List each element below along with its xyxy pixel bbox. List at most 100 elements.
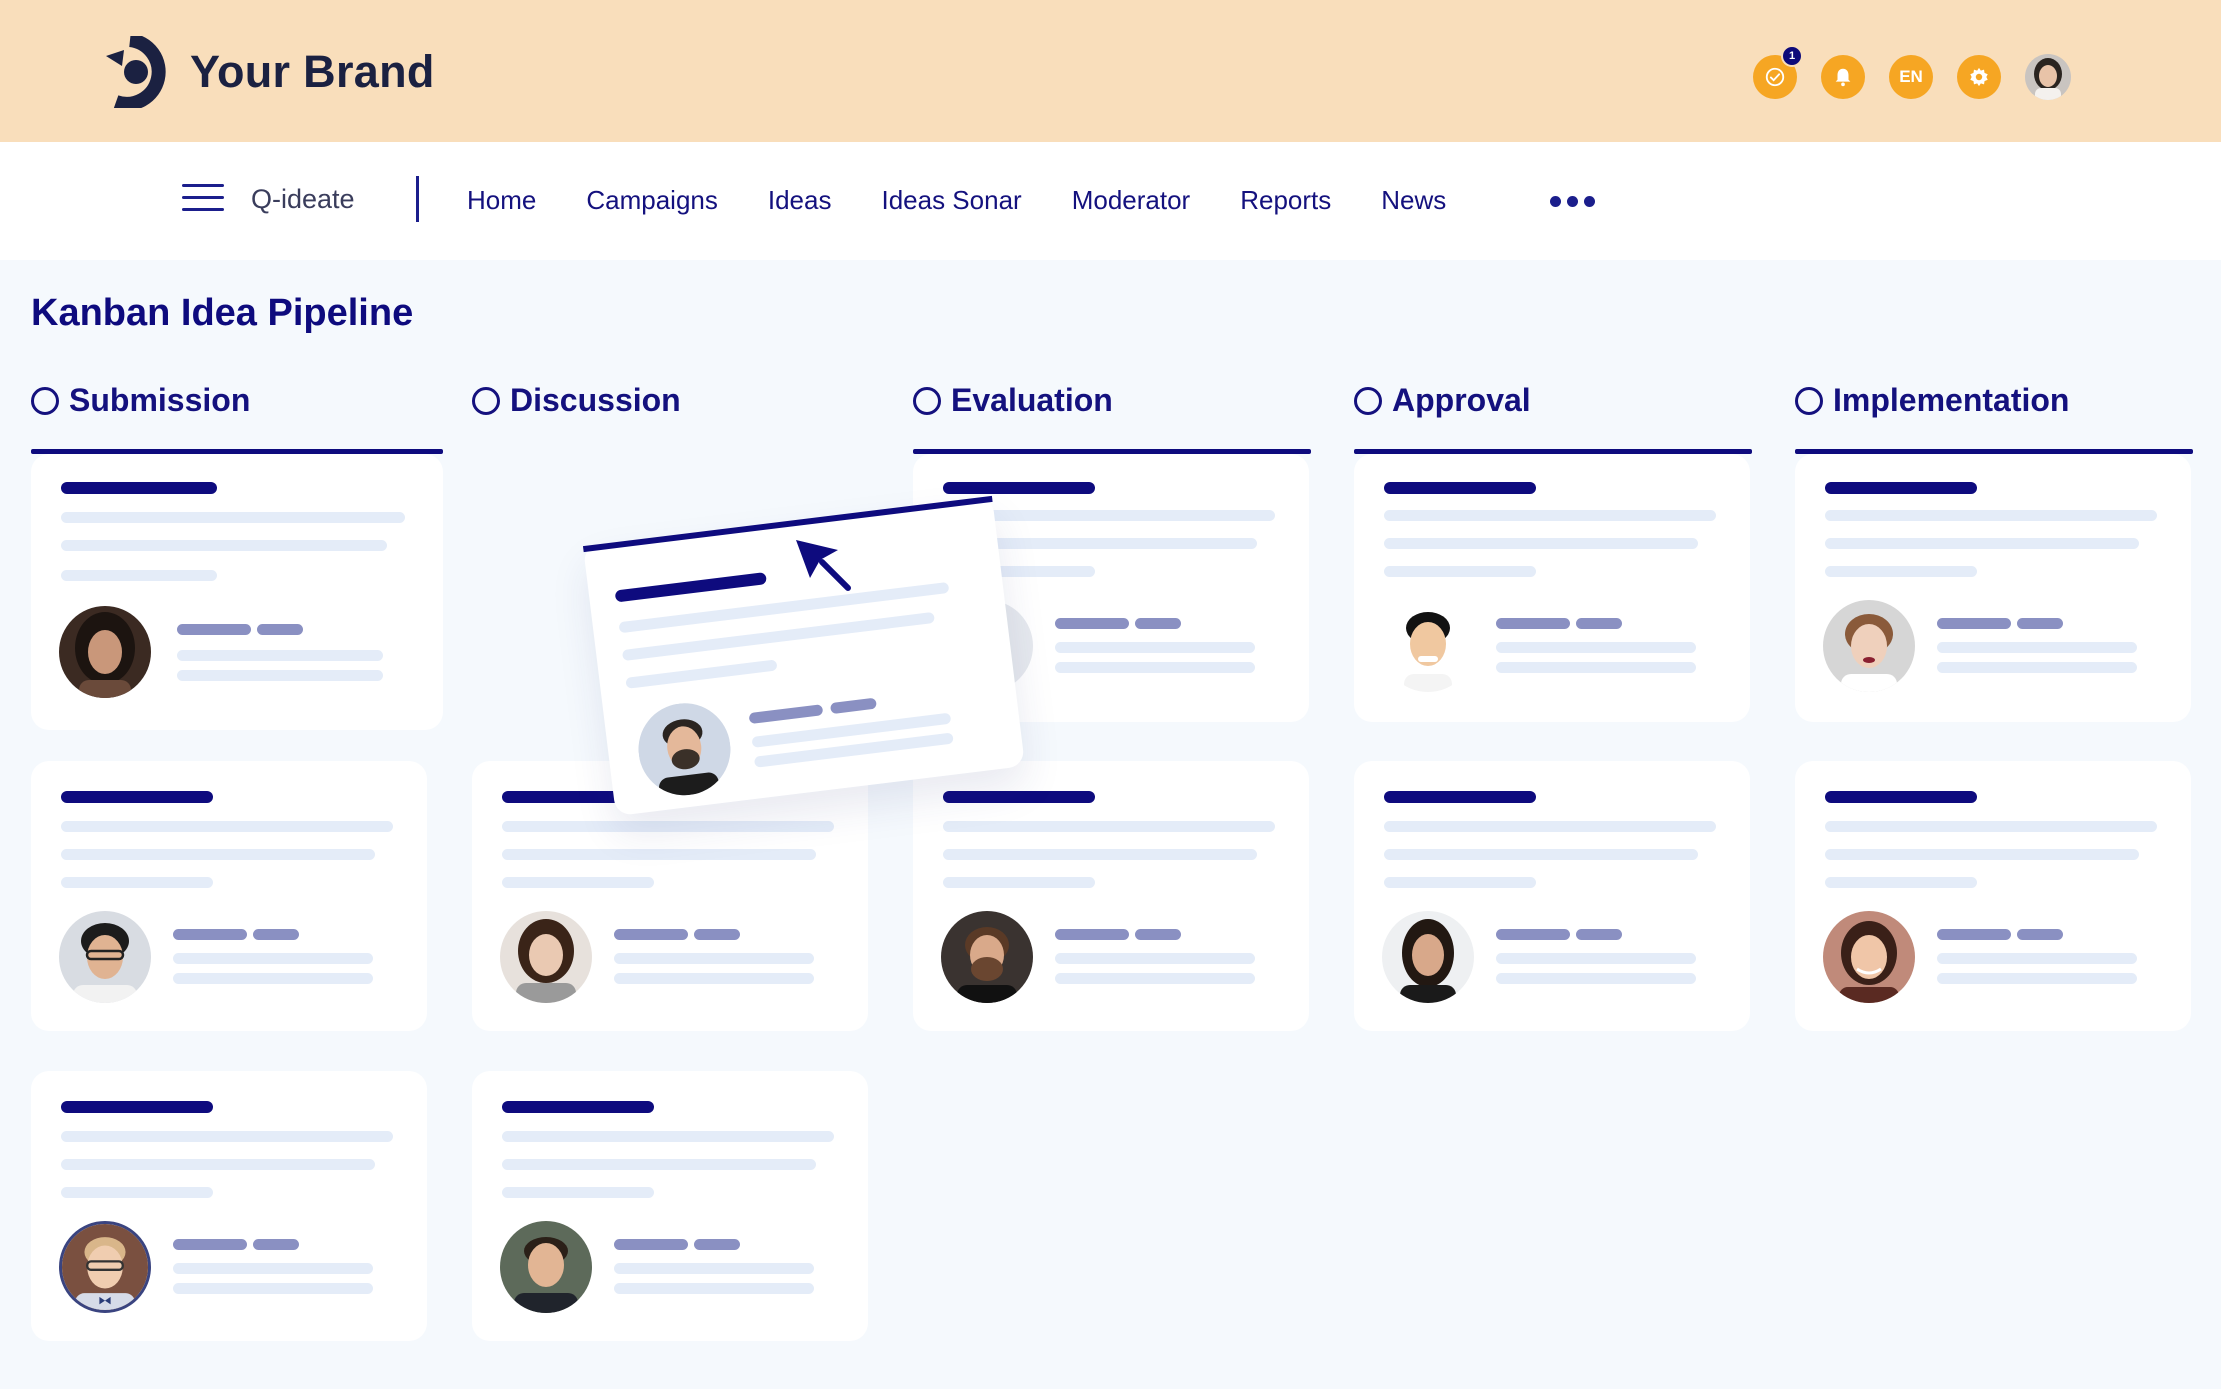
more-horizontal-icon[interactable]: [1550, 196, 1601, 207]
meta-placeholder: [1576, 618, 1622, 629]
card-text-placeholder: [625, 659, 778, 689]
user-avatar[interactable]: [2025, 54, 2071, 100]
card-text-placeholder: [1384, 510, 1716, 521]
nav-item-ideas-sonar[interactable]: Ideas Sonar: [881, 185, 1021, 216]
column-title: Approval: [1392, 382, 1531, 418]
column-header-evaluation[interactable]: Evaluation: [913, 382, 1113, 419]
meta-placeholder: [1496, 662, 1696, 673]
meta-placeholder: [2017, 618, 2063, 629]
idea-card[interactable]: [31, 761, 427, 1031]
main-nav: Q-ideate Home Campaigns Ideas Ideas Sona…: [0, 142, 2221, 260]
meta-placeholder: [614, 1239, 688, 1250]
idea-card[interactable]: [1795, 761, 2191, 1031]
card-title-placeholder: [1384, 791, 1536, 803]
card-title-placeholder: [1825, 482, 1977, 494]
circle-icon: [1795, 386, 1823, 415]
circle-icon: [913, 386, 941, 415]
brand-logo-icon: [106, 36, 166, 108]
meta-placeholder: [1496, 618, 1570, 629]
card-title-placeholder: [61, 791, 213, 803]
meta-placeholder: [173, 929, 247, 940]
card-text-placeholder: [1384, 877, 1536, 888]
card-title-placeholder: [502, 1101, 654, 1113]
meta-placeholder: [257, 624, 303, 635]
hamburger-menu-icon[interactable]: [182, 184, 224, 214]
nav-item-news[interactable]: News: [1381, 185, 1446, 216]
idea-card[interactable]: [1354, 761, 1750, 1031]
card-title-placeholder: [943, 482, 1095, 494]
settings-button[interactable]: [1957, 55, 2001, 99]
column-title: Submission: [69, 382, 251, 418]
meta-placeholder: [1055, 973, 1255, 984]
meta-placeholder: [1576, 929, 1622, 940]
column-header-implementation[interactable]: Implementation: [1795, 382, 2069, 419]
idea-card[interactable]: [1795, 454, 2191, 722]
top-header: Your Brand 1 EN: [0, 0, 2221, 142]
meta-placeholder: [1496, 953, 1696, 964]
user-avatar-image: [2025, 54, 2071, 100]
meta-placeholder: [1496, 642, 1696, 653]
meta-placeholder: [1055, 929, 1129, 940]
card-text-placeholder: [61, 877, 213, 888]
meta-placeholder: [748, 704, 824, 725]
idea-card[interactable]: [913, 761, 1309, 1031]
nav-item-campaigns[interactable]: Campaigns: [586, 185, 718, 216]
language-label: EN: [1899, 67, 1923, 86]
brand[interactable]: Your Brand: [104, 36, 435, 108]
column-title: Evaluation: [951, 382, 1113, 418]
column-header-submission[interactable]: Submission: [31, 382, 250, 419]
avatar: [1823, 600, 1915, 692]
meta-placeholder: [1496, 973, 1696, 984]
drag-card-topbar: [582, 495, 993, 553]
meta-placeholder: [177, 624, 251, 635]
card-text-placeholder: [61, 849, 375, 860]
meta-placeholder: [1055, 953, 1255, 964]
nav-item-moderator[interactable]: Moderator: [1072, 185, 1191, 216]
app-window: Your Brand 1 EN Q-ideate Home Campaigns …: [0, 0, 2221, 1389]
card-title-placeholder: [61, 1101, 213, 1113]
card-title-placeholder: [943, 791, 1095, 803]
idea-card[interactable]: [31, 454, 443, 730]
card-text-placeholder: [61, 540, 387, 551]
column-header-approval[interactable]: Approval: [1354, 382, 1531, 419]
column-title: Implementation: [1833, 382, 2070, 418]
bell-icon: [1835, 68, 1851, 87]
nav-item-ideas[interactable]: Ideas: [768, 185, 832, 216]
card-text-placeholder: [1825, 510, 2157, 521]
card-text-placeholder: [1384, 566, 1536, 577]
page-title: Kanban Idea Pipeline: [31, 292, 414, 334]
meta-placeholder: [614, 1283, 814, 1294]
card-text-placeholder: [1384, 538, 1698, 549]
gear-icon: [1970, 67, 1988, 87]
idea-card[interactable]: [472, 1071, 868, 1341]
circle-icon: [31, 386, 59, 415]
tasks-button[interactable]: 1: [1753, 45, 1803, 99]
meta-placeholder: [177, 670, 383, 681]
card-text-placeholder: [61, 570, 217, 581]
product-name: Q-ideate: [251, 184, 355, 214]
idea-card[interactable]: [1354, 454, 1750, 722]
column-header-discussion[interactable]: Discussion: [472, 382, 681, 419]
meta-placeholder: [173, 953, 373, 964]
card-text-placeholder: [502, 1187, 654, 1198]
meta-placeholder: [829, 697, 877, 715]
header-actions: 1 EN: [1729, 45, 2071, 100]
avatar: [941, 911, 1033, 1003]
circle-icon: [472, 386, 500, 415]
card-text-placeholder: [1825, 849, 2139, 860]
nav-item-reports[interactable]: Reports: [1240, 185, 1331, 216]
language-button[interactable]: EN: [1889, 55, 1933, 99]
meta-placeholder: [253, 1239, 299, 1250]
notifications-button[interactable]: [1821, 55, 1865, 99]
meta-placeholder: [694, 929, 740, 940]
nav-divider: [416, 176, 419, 222]
meta-placeholder: [1937, 642, 2137, 653]
nav-item-home[interactable]: Home: [467, 185, 536, 216]
brand-name: Your Brand: [190, 46, 435, 97]
card-text-placeholder: [61, 821, 393, 832]
idea-card[interactable]: [31, 1071, 427, 1341]
nav-items: Home Campaigns Ideas Ideas Sonar Moderat…: [467, 185, 1496, 216]
check-circle-icon: [1765, 67, 1785, 87]
card-text-placeholder: [502, 1159, 816, 1170]
card-text-placeholder: [1825, 566, 1977, 577]
